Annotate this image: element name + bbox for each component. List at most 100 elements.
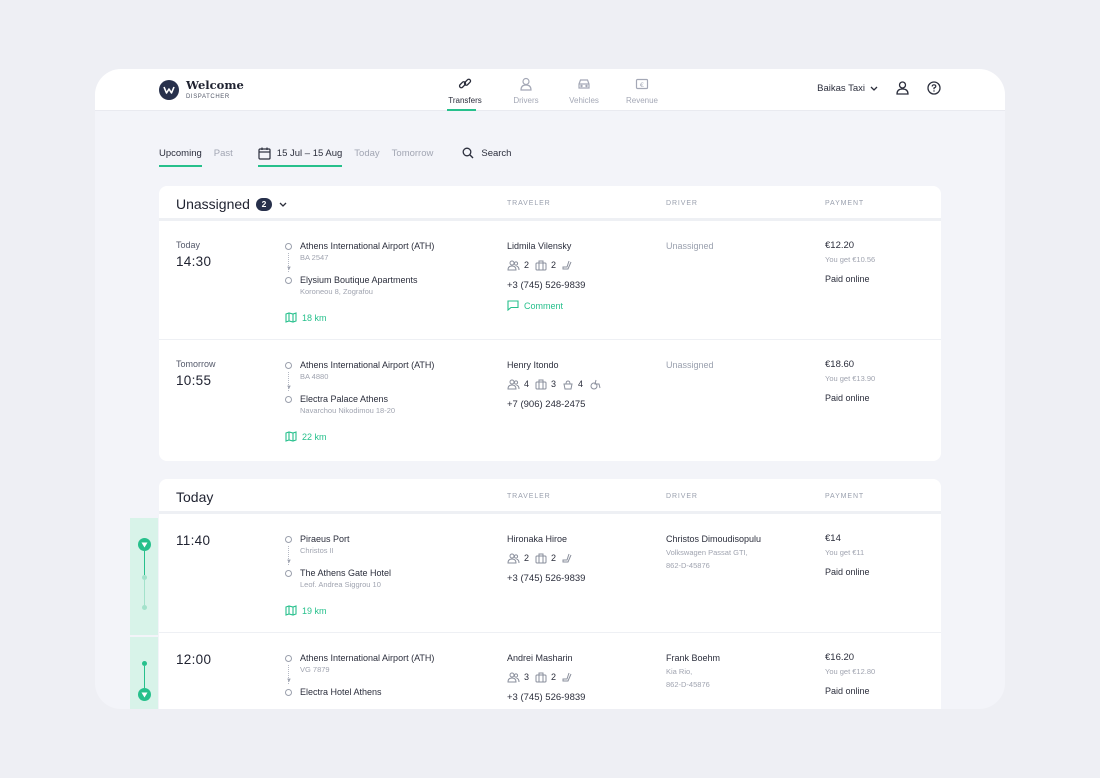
you-get: You get €11 [825, 548, 865, 557]
distance-value: 19 km [302, 605, 327, 616]
dropoff-dot-icon [285, 277, 292, 284]
profile-button[interactable] [896, 81, 909, 95]
dropoff-stop: Elysium Boutique Apartments Koroneou 8, Z… [285, 273, 418, 297]
transfer-row[interactable]: Tomorrow 10:55 Athens International Airp… [159, 340, 941, 459]
column-header-traveler: TRAVELER [507, 493, 551, 500]
passengers-count: 2 [507, 553, 529, 564]
transfer-time: 11:40 [176, 533, 211, 548]
luggage-icon [535, 379, 547, 389]
dropoff-stop: Electra Hotel Athens [285, 685, 382, 699]
distance-link[interactable]: 22 km [285, 431, 327, 442]
driver-cell[interactable]: Unassigned [666, 358, 714, 372]
chevron-down-icon[interactable] [279, 202, 287, 207]
company-selector[interactable]: Baikas Taxi [817, 83, 878, 94]
comment-link[interactable]: Comment [507, 300, 585, 311]
count-badge: 2 [255, 197, 272, 211]
transfer-row[interactable]: 11:40 Piraeus Port Christos II ▼ The Athe… [159, 514, 941, 633]
unassigned-section: Unassigned 2 TRAVELER DRIVER PAYMENT Tod… [159, 186, 941, 461]
pickup-name: Athens International Airport (ATH) [300, 360, 435, 370]
map-icon [285, 312, 297, 323]
driver-cell[interactable]: Unassigned [666, 239, 714, 253]
today-header: Today TRAVELER DRIVER PAYMENT [159, 479, 941, 514]
driver-cell[interactable]: Frank Boehm Kia Rio, 862-D-45876 [666, 651, 720, 691]
company-name: Baikas Taxi [817, 82, 865, 94]
dropoff-stop: Electra Palace Athens Navarchou Nikodimou… [285, 392, 395, 416]
today-section: Today TRAVELER DRIVER PAYMENT 11:40 Pira… [159, 479, 941, 709]
main-nav: Transfers Drivers Vehicles € Revenue [442, 69, 671, 111]
transfers-icon [458, 78, 472, 89]
payment-method: Paid online [825, 686, 870, 696]
distance-value: 22 km [302, 431, 327, 442]
pickup-stop: Athens International Airport (ATH) BA 254… [285, 239, 434, 263]
distance-link[interactable]: 18 km [285, 312, 327, 323]
pickup-dot-icon [285, 536, 292, 543]
column-header-driver: DRIVER [666, 493, 698, 500]
driver-name: Frank Boehm [666, 653, 721, 663]
luggage-icon [535, 260, 547, 270]
pickup-detail: BA 2547 [300, 253, 329, 262]
passengers-icon [507, 260, 520, 270]
bags-count: 2 [535, 553, 556, 564]
pickup-detail: VG 7879 [300, 665, 330, 674]
transfer-day: Today [176, 240, 201, 250]
comment-label: Comment [524, 300, 564, 311]
traveler-name: Henry Itondo [507, 360, 559, 370]
child-seat [562, 260, 577, 271]
transfer-row[interactable]: Today 14:30 Athens International Airport… [159, 221, 941, 340]
vehicle-model: Volkswagen Passat GTI, [666, 548, 748, 557]
filter-tomorrow[interactable]: Tomorrow [392, 148, 434, 159]
column-header-payment: PAYMENT [825, 493, 865, 500]
distance-link[interactable]: 19 km [285, 605, 327, 616]
arrow-down-icon: ▼ [286, 678, 292, 684]
passengers-value: 4 [524, 379, 530, 389]
traveler-phone: +3 (745) 526-9839 [507, 692, 586, 703]
vehicle-plate: 862-D-45876 [666, 680, 710, 689]
help-button[interactable] [927, 81, 941, 95]
traveler-cell: Andrei Masharin 3 2 +3 (745) 526-9839 [507, 651, 585, 703]
unassigned-header[interactable]: Unassigned 2 TRAVELER DRIVER PAYMENT [159, 186, 941, 221]
nav-transfers[interactable]: Transfers [442, 69, 488, 111]
you-get: You get €13.90 [825, 374, 876, 383]
payment-cell: €12.20 You get €10.56 Paid online [825, 239, 875, 284]
tab-upcoming[interactable]: Upcoming [159, 142, 202, 167]
pin-down-icon [138, 688, 151, 701]
payment-cell: €16.20 You get €12.80 Paid online [825, 651, 875, 696]
you-get: You get €10.56 [825, 255, 876, 264]
brand-logo[interactable]: Welcome DISPATCHER [159, 80, 244, 100]
price: €16.20 [825, 652, 855, 663]
nav-transfers-label: Transfers [448, 96, 482, 105]
revenue-icon: € [635, 78, 649, 90]
seat-icon [562, 260, 572, 269]
traveler-name: Lidmila Vilensky [507, 241, 572, 251]
bags-count: 2 [535, 260, 556, 271]
date-range-label: 15 Jul – 15 Aug [276, 147, 343, 159]
calendar-icon [258, 147, 271, 160]
transfer-row[interactable]: 12:00 Athens International Airport (ATH)… [159, 633, 941, 709]
user-icon [896, 81, 909, 95]
passengers-icon [507, 379, 520, 389]
filter-today[interactable]: Today [354, 148, 379, 159]
search-label: Search [481, 147, 512, 159]
bags-value: 2 [551, 672, 557, 682]
dropoff-stop: The Athens Gate Hotel Leof. Andrea Siggro… [285, 566, 391, 590]
section-title: Today [176, 489, 214, 505]
date-range-picker[interactable]: 15 Jul – 15 Aug [257, 142, 343, 167]
search-button[interactable]: Search [462, 147, 511, 159]
vehicles-icon [578, 79, 590, 89]
passengers-count: 2 [507, 260, 529, 271]
traveler-cell: Hironaka Hiroe 2 2 +3 (745) 526-9839 [507, 532, 585, 584]
driver-cell[interactable]: Christos Dimoudisopulu Volkswagen Passat… [666, 532, 761, 572]
arrow-down-icon: ▼ [286, 559, 292, 565]
column-header-driver: DRIVER [666, 200, 698, 207]
tab-past[interactable]: Past [214, 142, 233, 164]
nav-drivers[interactable]: Drivers [497, 69, 555, 111]
you-get: You get €12.80 [825, 667, 876, 676]
nav-revenue[interactable]: € Revenue [613, 69, 671, 111]
accessibility [589, 379, 605, 390]
timeline-line [144, 551, 145, 575]
traveler-phone: +3 (745) 526-9839 [507, 280, 586, 291]
transfer-day: Tomorrow [176, 359, 216, 369]
traveler-name: Hironaka Hiroe [507, 534, 568, 544]
nav-vehicles[interactable]: Vehicles [555, 69, 613, 111]
dropoff-dot-icon [285, 689, 292, 696]
